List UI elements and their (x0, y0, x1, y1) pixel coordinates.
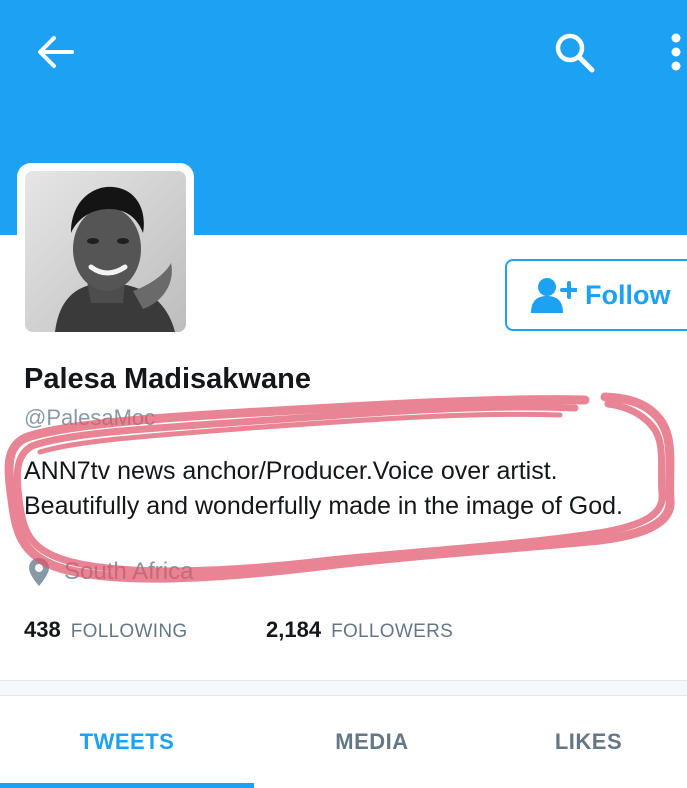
search-icon (555, 33, 595, 73)
location-label: South Africa (64, 558, 194, 585)
tab-likes[interactable]: LIKES (490, 696, 687, 788)
more-vertical-icon (671, 33, 681, 71)
arrow-left-icon (38, 36, 74, 68)
profile-photo[interactable] (25, 171, 186, 332)
profile-stats: 438 FOLLOWING 2,184 FOLLOWERS (24, 617, 664, 647)
tab-media-label: MEDIA (335, 729, 409, 754)
section-divider (0, 680, 687, 696)
active-tab-indicator (0, 783, 254, 788)
followers-count: 2,184 (266, 617, 322, 642)
follow-button[interactable]: Follow (505, 259, 687, 331)
profile-location: South Africa (28, 556, 193, 588)
profile-tabs: TWEETS MEDIA LIKES (0, 696, 687, 788)
tab-likes-label: LIKES (554, 729, 623, 754)
profile-name: Palesa Madisakwane (24, 363, 311, 395)
bio-line-1: ANN7tv news anchor/Producer.Voice over a… (24, 457, 558, 485)
following-stat[interactable]: 438 FOLLOWING (24, 617, 187, 643)
search-button[interactable] (548, 26, 600, 78)
following-label: FOLLOWING (70, 621, 188, 642)
followers-stat[interactable]: 2,184 FOLLOWERS (266, 617, 453, 643)
avatar-frame (17, 163, 194, 340)
tab-tweets[interactable]: TWEETS (0, 696, 254, 788)
followers-label: FOLLOWERS (331, 621, 454, 642)
add-user-icon (531, 278, 577, 313)
tab-tweets-label: TWEETS (79, 729, 175, 754)
more-options-button[interactable] (660, 24, 687, 80)
profile-handle: @PalesaMoc (24, 405, 156, 430)
following-count: 438 (24, 617, 61, 642)
bio-line-2: Beautifully and wonderfully made in the … (24, 492, 623, 520)
back-button[interactable] (32, 28, 80, 76)
tab-media[interactable]: MEDIA (254, 696, 490, 788)
location-pin-icon (29, 558, 49, 586)
profile-bio: ANN7tv news anchor/Producer.Voice over a… (24, 454, 684, 524)
follow-button-label: Follow (585, 279, 671, 310)
